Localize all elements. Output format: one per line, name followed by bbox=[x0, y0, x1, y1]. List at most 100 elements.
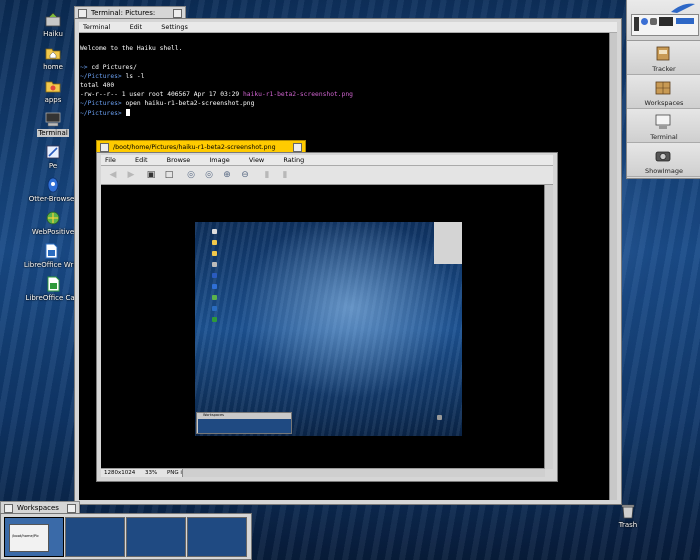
terminal-line: ~/Pictures> open haiku-r1-beta2-screensh… bbox=[80, 100, 255, 107]
workspaces-window-tab[interactable]: Workspaces bbox=[0, 501, 80, 513]
deskbar: Tracker Workspaces Terminal ShowImage bbox=[626, 0, 700, 179]
clock-icon[interactable] bbox=[676, 18, 694, 24]
showimage-icon bbox=[655, 151, 671, 162]
terminal-icon bbox=[45, 112, 61, 127]
terminal-line: total 400 bbox=[80, 82, 115, 89]
mini-workspaces-window: Workspaces bbox=[196, 412, 292, 434]
workspace-window-thumb: /boot/home/Pic bbox=[9, 524, 49, 552]
terminal-line: Welcome to the Haiku shell. bbox=[80, 45, 183, 52]
close-icon[interactable] bbox=[4, 504, 13, 513]
showimage-window-tab[interactable]: /boot/home/Pictures/haiku-r1-beta2-scree… bbox=[96, 140, 306, 152]
menu-view[interactable]: View bbox=[249, 156, 264, 164]
terminal-menubar: Terminal Edit Settings bbox=[79, 22, 617, 33]
deskbar-item-label: Terminal bbox=[650, 133, 678, 141]
fit-to-window-icon[interactable]: ◎ bbox=[203, 169, 215, 181]
workspaces-icon bbox=[655, 81, 671, 95]
desktop-icon-label: Terminal bbox=[37, 129, 69, 137]
showimage-menubar: File Edit Browse Image View Rating bbox=[101, 155, 553, 166]
network-icon[interactable] bbox=[641, 18, 648, 25]
libreoffice-calc-icon bbox=[47, 276, 60, 292]
menu-edit[interactable]: Edit bbox=[130, 23, 143, 31]
image-view[interactable]: Workspaces bbox=[101, 185, 545, 469]
terminal-line: ~/Pictures> bbox=[80, 109, 130, 117]
system-tray bbox=[631, 14, 699, 36]
workspaces-window: /boot/home/Pic bbox=[0, 513, 252, 560]
deskbar-item-showimage[interactable]: ShowImage bbox=[627, 143, 700, 177]
desktop-icon-label: Haiku bbox=[43, 30, 63, 38]
volume-icon[interactable] bbox=[650, 18, 657, 25]
terminal-line: ~/Pictures> ls -l bbox=[80, 73, 145, 80]
home-folder-icon bbox=[45, 48, 61, 60]
close-icon[interactable] bbox=[100, 143, 109, 152]
webpositive-icon bbox=[46, 211, 60, 225]
terminal-icon bbox=[655, 114, 671, 129]
workspace-2[interactable] bbox=[65, 517, 125, 557]
desktop-icon-label: home bbox=[43, 63, 63, 71]
deskbar-item-label: ShowImage bbox=[645, 167, 683, 175]
terminal-line: -rw-r--r-- 1 user root 406567 Apr 17 03:… bbox=[80, 91, 353, 98]
showimage-window-title: /boot/home/Pictures/haiku-r1-beta2-scree… bbox=[113, 144, 276, 151]
zoom-level: 33% bbox=[145, 470, 158, 476]
back-arrow-icon[interactable]: ◀ bbox=[107, 169, 119, 181]
workspace-4[interactable] bbox=[187, 517, 247, 557]
otter-browser-icon bbox=[47, 177, 59, 193]
menu-edit[interactable]: Edit bbox=[135, 156, 148, 164]
selection-tool-icon[interactable]: □ bbox=[163, 169, 175, 181]
menu-settings[interactable]: Settings bbox=[161, 23, 188, 31]
desktop-icon-label: WebPositive bbox=[31, 228, 75, 236]
cpu-meter-icon[interactable] bbox=[634, 17, 639, 31]
haiku-leaf-logo-icon[interactable] bbox=[669, 2, 697, 14]
original-size-icon[interactable]: ◎ bbox=[185, 169, 197, 181]
desktop-icon-label: LibreOffice Calc bbox=[25, 294, 81, 302]
tracker-icon bbox=[656, 46, 670, 61]
libreoffice-writer-icon bbox=[45, 243, 58, 259]
zoom-out-icon[interactable]: ⊖ bbox=[239, 169, 251, 181]
desktop-icon-libreoffice-writer[interactable]: LibreOffice Writ bbox=[21, 242, 81, 269]
workspaces-window-title: Workspaces bbox=[17, 504, 59, 512]
desktop-icon-label: Otter-Browser bbox=[28, 195, 78, 203]
menu-file[interactable]: File bbox=[105, 156, 116, 164]
menu-browse[interactable]: Browse bbox=[167, 156, 191, 164]
workspace-3[interactable] bbox=[126, 517, 186, 557]
forward-arrow-icon[interactable]: ▶ bbox=[125, 169, 137, 181]
vertical-scrollbar[interactable] bbox=[544, 185, 553, 469]
menu-image[interactable]: Image bbox=[209, 156, 229, 164]
apps-folder-icon bbox=[45, 81, 61, 93]
close-icon[interactable] bbox=[78, 9, 87, 18]
zoom-in-icon[interactable]: ⊕ bbox=[221, 169, 233, 181]
showimage-toolbar: ◀ ▶ ▣ □ ◎ ◎ ⊕ ⊖ ▮ ▮ bbox=[101, 166, 553, 185]
pe-editor-icon bbox=[46, 145, 60, 159]
zoom-icon[interactable] bbox=[173, 9, 182, 18]
menu-rating[interactable]: Rating bbox=[283, 156, 304, 164]
desktop-icon-trash[interactable]: Trash bbox=[613, 502, 643, 529]
previous-page-icon[interactable]: ▮ bbox=[261, 169, 273, 181]
desktop-icon-label: Pe bbox=[48, 162, 58, 170]
desktop-icon-label: apps bbox=[44, 96, 62, 104]
terminal-line: ~> cd Pictures/ bbox=[80, 64, 137, 71]
deskbar-item-tracker[interactable]: Tracker bbox=[627, 41, 700, 75]
desktop-icon-label: Trash bbox=[618, 521, 638, 529]
workspace-1[interactable]: /boot/home/Pic bbox=[4, 517, 64, 557]
text-cursor bbox=[125, 109, 130, 116]
terminal-scrollbar[interactable] bbox=[609, 33, 617, 500]
desktop-icon-label: LibreOffice Writ bbox=[23, 261, 79, 269]
trash-icon bbox=[621, 504, 635, 519]
slideshow-icon[interactable]: ▣ bbox=[145, 169, 157, 181]
zoom-icon[interactable] bbox=[293, 143, 302, 152]
zoom-icon[interactable] bbox=[67, 504, 76, 513]
menu-terminal[interactable]: Terminal bbox=[83, 23, 110, 31]
next-page-icon[interactable]: ▮ bbox=[279, 169, 291, 181]
haiku-volume-icon bbox=[45, 12, 61, 27]
deskbar-header bbox=[627, 0, 700, 41]
workspace-switcher-icon[interactable] bbox=[659, 17, 673, 26]
deskbar-item-terminal[interactable]: Terminal bbox=[627, 109, 700, 143]
horizontal-scrollbar[interactable] bbox=[182, 469, 545, 477]
deskbar-item-workspaces[interactable]: Workspaces bbox=[627, 75, 700, 109]
mini-deskbar bbox=[434, 222, 462, 264]
deskbar-item-label: Workspaces bbox=[644, 99, 684, 107]
image-resolution: 1280x1024 bbox=[104, 470, 136, 476]
deskbar-item-label: Tracker bbox=[652, 65, 676, 73]
showimage-window: File Edit Browse Image View Rating ◀ ▶ ▣… bbox=[96, 152, 558, 482]
displayed-screenshot-image: Workspaces bbox=[195, 222, 462, 436]
terminal-window-tab[interactable]: Terminal: Pictures: ~ bbox=[74, 6, 186, 29]
